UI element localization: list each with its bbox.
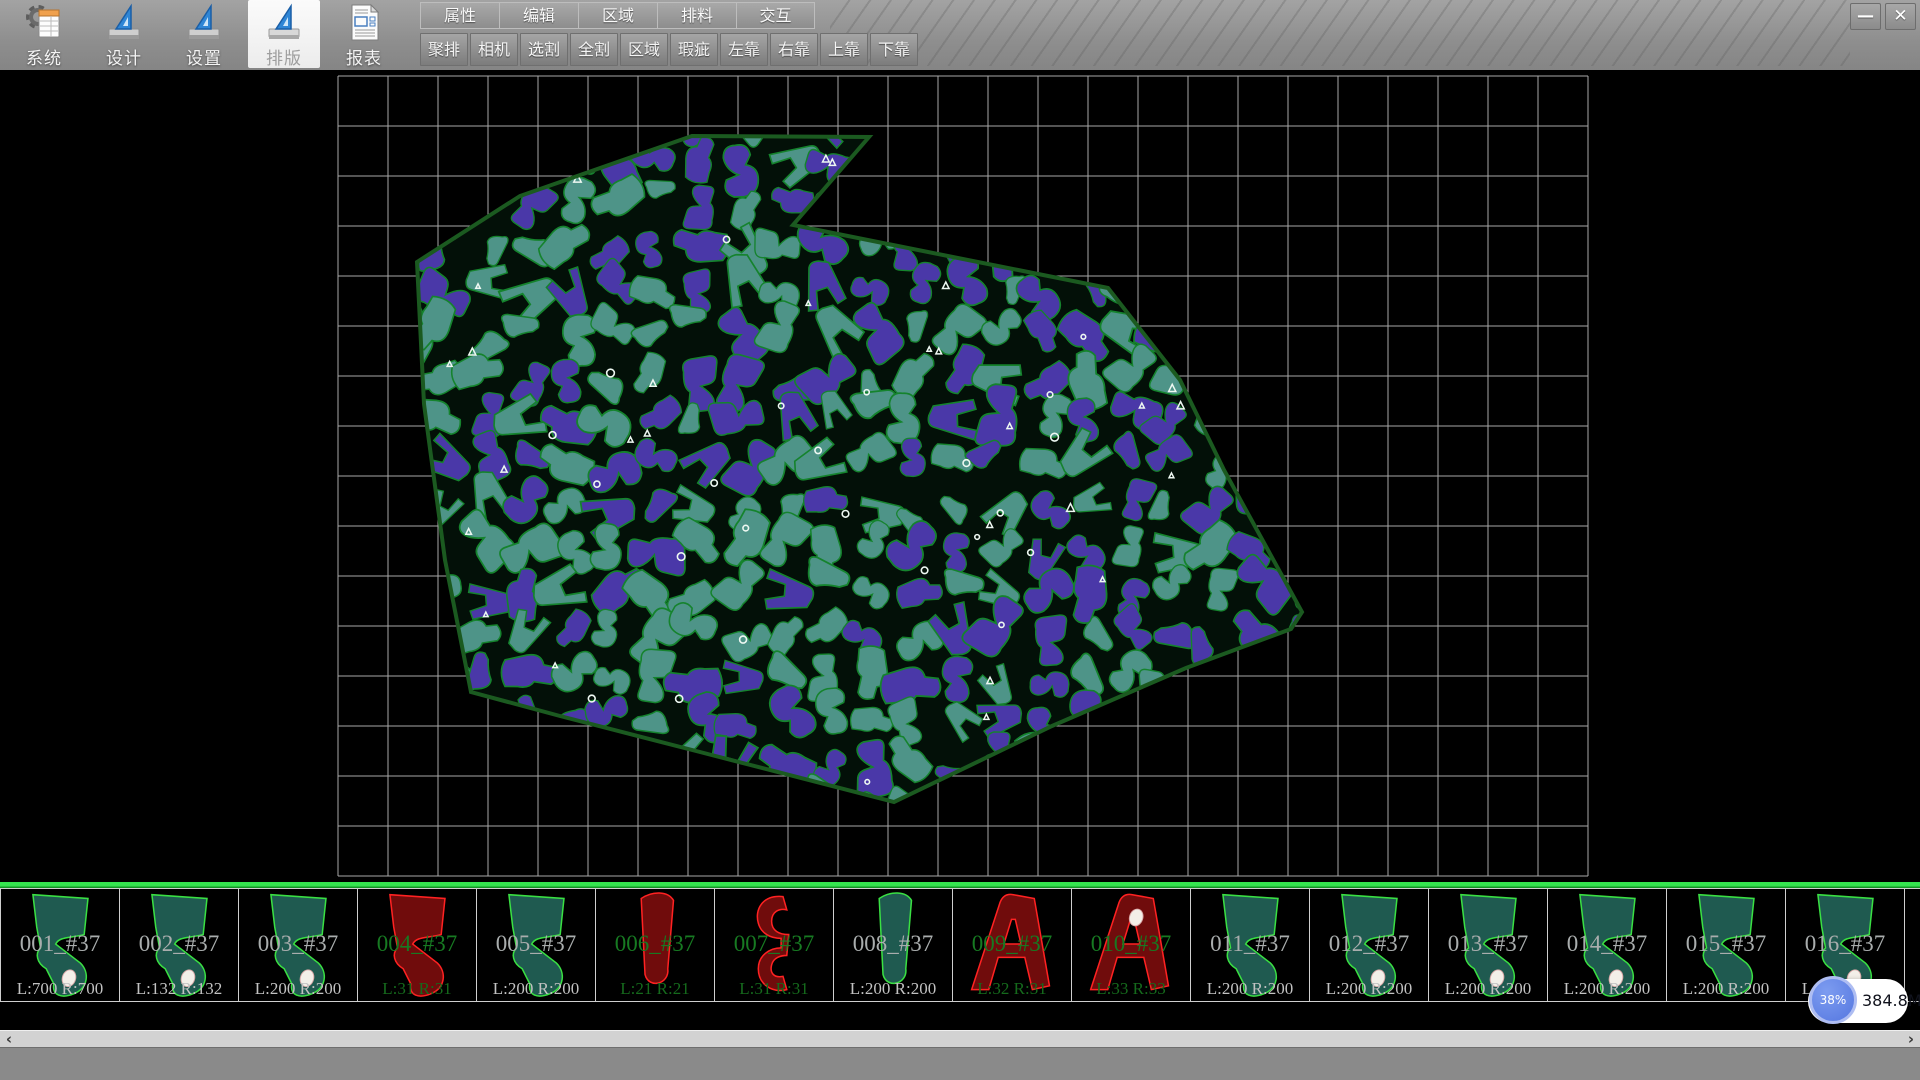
set-square-icon bbox=[102, 2, 146, 44]
piece-thumbnail-13[interactable]: 013_#37 L:200 R:200 bbox=[1428, 888, 1547, 1002]
action-toolbar: 聚排相机选割全割区域瑕疵左靠右靠上靠下靠 bbox=[420, 33, 918, 66]
piece-lr-count: L:200 R:200 bbox=[1548, 979, 1666, 999]
menu-item-4[interactable]: 交互 bbox=[736, 2, 815, 29]
piece-lr-count: L:200 R:200 bbox=[1191, 979, 1309, 999]
piece-thumbnail-11[interactable]: 011_#37 L:200 R:200 bbox=[1190, 888, 1309, 1002]
horizontal-scrollbar[interactable]: ‹ › bbox=[0, 1030, 1920, 1047]
action-button-3[interactable]: 全割 bbox=[570, 33, 618, 66]
piece-lr-count: L:21 R:21 bbox=[596, 979, 714, 999]
action-button-4[interactable]: 区域 bbox=[620, 33, 668, 66]
piece-id-label: 010_#37 bbox=[1072, 931, 1190, 957]
piece-thumbnail-15[interactable]: 015_#37 L:200 R:200 bbox=[1666, 888, 1785, 1002]
action-button-6[interactable]: 左靠 bbox=[720, 33, 768, 66]
piece-id-label: 013_#37 bbox=[1429, 931, 1547, 957]
menu-item-3[interactable]: 排料 bbox=[657, 2, 736, 29]
action-button-7[interactable]: 右靠 bbox=[770, 33, 818, 66]
action-button-2[interactable]: 选割 bbox=[520, 33, 568, 66]
piece-id-label: 002_#37 bbox=[120, 931, 238, 957]
piece-thumbnail-1[interactable]: 001_#37 L:700 R:700 bbox=[0, 888, 119, 1002]
memory-status-badge: 38% 384.8M bbox=[1808, 979, 1908, 1023]
piece-id-label: 015_#37 bbox=[1667, 931, 1785, 957]
memory-usage-value: 384.8M bbox=[1862, 979, 1920, 1023]
piece-thumbnail-6[interactable]: 006_#37 L:21 R:21 bbox=[595, 888, 714, 1002]
mode-button-label: 报表 bbox=[328, 44, 400, 69]
piece-thumbnail-8[interactable]: 008_#37 L:200 R:200 bbox=[833, 888, 952, 1002]
action-button-5[interactable]: 瑕疵 bbox=[670, 33, 718, 66]
minimize-button[interactable]: — bbox=[1850, 3, 1881, 30]
mode-button-design[interactable]: 设计 bbox=[88, 0, 160, 68]
piece-lr-count: L:200 R:200 bbox=[1667, 979, 1785, 999]
main-toolbar: 系统 设计 设置 bbox=[0, 0, 1920, 70]
piece-thumbnail-10[interactable]: 010_#37 L:33 R:33 bbox=[1071, 888, 1190, 1002]
mode-button-settings[interactable]: 设置 bbox=[168, 0, 240, 68]
nesting-canvas[interactable] bbox=[0, 70, 1920, 882]
piece-id-label: 016_#37 bbox=[1786, 931, 1904, 957]
piece-id-label: 005_#37 bbox=[477, 931, 595, 957]
piece-thumbnail-2[interactable]: 002_#37 L:132 R:132 bbox=[119, 888, 238, 1002]
mode-button-label: 设计 bbox=[88, 44, 160, 69]
piece-id-label: 007_#37 bbox=[715, 931, 833, 957]
mode-button-label: 系统 bbox=[8, 44, 80, 69]
menu-item-2[interactable]: 区域 bbox=[578, 2, 657, 29]
piece-lr-count: L:200 R:200 bbox=[1429, 979, 1547, 999]
piece-id-label: 008_#37 bbox=[834, 931, 952, 957]
progress-percent-indicator: 38% bbox=[1809, 976, 1857, 1024]
piece-thumbnail-5[interactable]: 005_#37 L:200 R:200 bbox=[476, 888, 595, 1002]
piece-lr-count: L:200 R:200 bbox=[239, 979, 357, 999]
action-button-8[interactable]: 上靠 bbox=[820, 33, 868, 66]
set-square-icon bbox=[262, 2, 306, 44]
mode-button-report[interactable]: 报表 bbox=[328, 0, 400, 68]
piece-id-label: 006_#37 bbox=[596, 931, 714, 957]
status-bar bbox=[0, 1047, 1920, 1080]
action-button-9[interactable]: 下靠 bbox=[870, 33, 918, 66]
piece-thumbnail-12[interactable]: 012_#37 L:200 R:200 bbox=[1309, 888, 1428, 1002]
piece-id-label: 012_#37 bbox=[1310, 931, 1428, 957]
set-square-icon bbox=[182, 2, 226, 44]
piece-thumbnail-9[interactable]: 009_#37 L:32 R:31 bbox=[952, 888, 1071, 1002]
mode-button-layout[interactable]: 排版 bbox=[248, 0, 320, 68]
piece-lr-count: L:200 R:200 bbox=[477, 979, 595, 999]
piece-thumbnail-strip: 001_#37L:700 R:700002_#37L:132 R:132003_… bbox=[0, 882, 1920, 1030]
piece-thumbnail-14[interactable]: 014_#37 L:200 R:200 bbox=[1547, 888, 1666, 1002]
piece-lr-count: L:200 R:200 bbox=[1310, 979, 1428, 999]
mode-button-system[interactable]: 系统 bbox=[8, 0, 80, 68]
piece-id-label: 004_#37 bbox=[358, 931, 476, 957]
hide-layout-view bbox=[0, 70, 1920, 882]
piece-id-label: 014_#37 bbox=[1548, 931, 1666, 957]
piece-lr-count: L:31 R:31 bbox=[715, 979, 833, 999]
toolbar-hatch-texture bbox=[830, 0, 1850, 66]
piece-lr-count: L:200 R:200 bbox=[834, 979, 952, 999]
mode-button-label: 排版 bbox=[248, 44, 320, 69]
action-button-0[interactable]: 聚排 bbox=[420, 33, 468, 66]
application-window: 系统 设计 设置 bbox=[0, 0, 1920, 1080]
piece-lr-count: L:31 R:31 bbox=[358, 979, 476, 999]
piece-id-label: 001_#37 bbox=[1, 931, 119, 957]
scroll-right-arrow-icon[interactable]: › bbox=[1902, 1031, 1920, 1048]
piece-id-label: 011_#37 bbox=[1191, 931, 1309, 957]
piece-thumbnail-7[interactable]: 007_#37 L:31 R:31 bbox=[714, 888, 833, 1002]
piece-id-label: 009_#37 bbox=[953, 931, 1071, 957]
menu-bar: 属性编辑区域排料交互 bbox=[420, 2, 815, 30]
gear-table-icon bbox=[22, 2, 66, 44]
piece-lr-count: L:700 R:700 bbox=[1, 979, 119, 999]
menu-item-0[interactable]: 属性 bbox=[420, 2, 499, 29]
menu-item-1[interactable]: 编辑 bbox=[499, 2, 578, 29]
action-button-1[interactable]: 相机 bbox=[470, 33, 518, 66]
close-button[interactable]: ✕ bbox=[1885, 3, 1916, 30]
piece-thumbnail-4[interactable]: 004_#37 L:31 R:31 bbox=[357, 888, 476, 1002]
piece-lr-count: L:132 R:132 bbox=[120, 979, 238, 999]
piece-lr-count: L:33 R:33 bbox=[1072, 979, 1190, 999]
window-controls: — ✕ bbox=[1850, 3, 1916, 30]
report-doc-icon bbox=[342, 2, 386, 44]
piece-id-label: 003_#37 bbox=[239, 931, 357, 957]
scroll-left-arrow-icon[interactable]: ‹ bbox=[0, 1031, 18, 1048]
piece-thumbnail-3[interactable]: 003_#37 L:200 R:200 bbox=[238, 888, 357, 1002]
piece-thumbnail-list: 001_#37L:700 R:700002_#37L:132 R:132003_… bbox=[0, 888, 1920, 1002]
piece-lr-count: L:32 R:31 bbox=[953, 979, 1071, 999]
mode-button-label: 设置 bbox=[168, 44, 240, 69]
